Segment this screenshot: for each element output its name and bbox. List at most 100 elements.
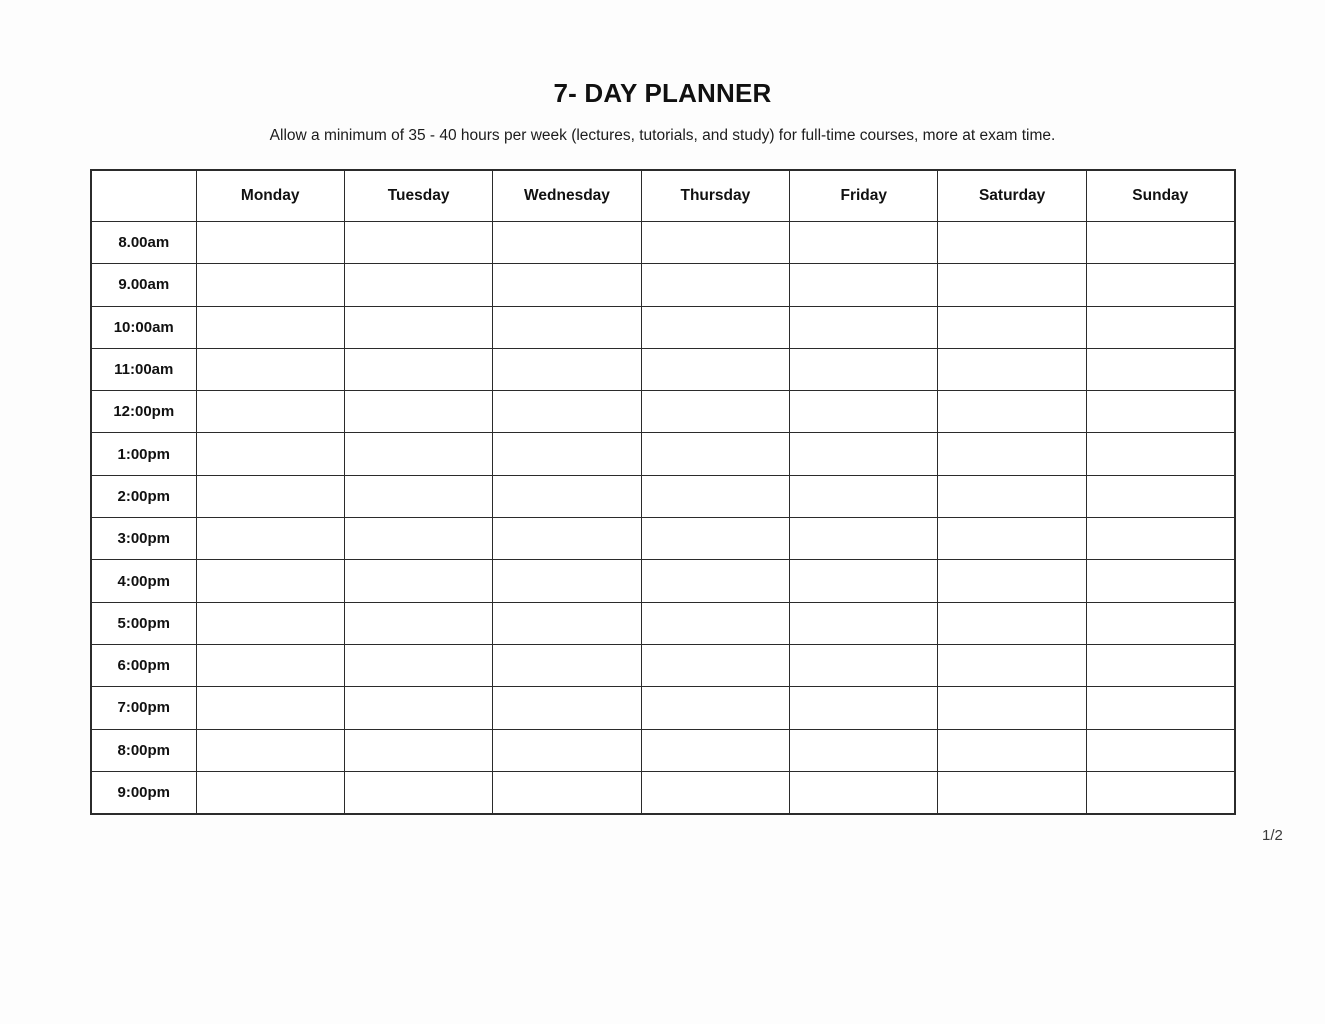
planner-slot-cell[interactable] <box>1085 770 1236 815</box>
planner-slot-cell[interactable] <box>195 263 345 307</box>
planner-slot-cell[interactable] <box>789 263 939 307</box>
planner-slot-cell[interactable] <box>195 770 345 815</box>
planner-slot-cell[interactable] <box>789 347 939 392</box>
planner-slot-cell[interactable] <box>789 601 939 645</box>
planner-slot-cell[interactable] <box>492 517 642 561</box>
planner-slot-cell[interactable] <box>195 474 345 519</box>
planner-slot-cell[interactable] <box>343 559 494 603</box>
planner-slot-cell[interactable] <box>195 305 345 349</box>
planner-slot-cell[interactable] <box>937 770 1087 815</box>
planner-slot-cell[interactable] <box>343 601 494 645</box>
planner-slot-cell[interactable] <box>789 517 939 561</box>
planner-slot-cell[interactable] <box>492 559 642 603</box>
planner-slot-cell[interactable] <box>492 347 642 392</box>
planner-slot-cell[interactable] <box>343 770 494 815</box>
planner-slot-cell[interactable] <box>1085 263 1236 307</box>
planner-slot-cell[interactable] <box>1085 390 1236 434</box>
planner-slot-cell[interactable] <box>640 263 791 307</box>
planner-slot-cell[interactable] <box>937 347 1087 392</box>
planner-slot-cell[interactable] <box>492 263 642 307</box>
planner-slot-cell[interactable] <box>492 220 642 265</box>
planner-slot-cell[interactable] <box>937 686 1087 730</box>
planner-slot-cell[interactable] <box>937 643 1087 688</box>
planner-slot-cell[interactable] <box>937 559 1087 603</box>
planner-slot-cell[interactable] <box>640 770 791 815</box>
planner-slot-cell[interactable] <box>343 643 494 688</box>
planner-slot-cell[interactable] <box>195 728 345 772</box>
planner-slot-cell[interactable] <box>789 770 939 815</box>
planner-slot-cell[interactable] <box>640 601 791 645</box>
planner-slot-cell[interactable] <box>640 728 791 772</box>
planner-slot-cell[interactable] <box>195 432 345 476</box>
planner-slot-cell[interactable] <box>640 305 791 349</box>
planner-slot-cell[interactable] <box>789 474 939 519</box>
planner-slot-cell[interactable] <box>937 305 1087 349</box>
planner-slot-cell[interactable] <box>1085 559 1236 603</box>
planner-slot-cell[interactable] <box>789 305 939 349</box>
planner-slot-cell[interactable] <box>937 432 1087 476</box>
header-thursday: Thursday <box>640 169 791 222</box>
planner-slot-cell[interactable] <box>195 390 345 434</box>
planner-slot-cell[interactable] <box>343 263 494 307</box>
planner-slot-cell[interactable] <box>343 432 494 476</box>
planner-slot-cell[interactable] <box>492 686 642 730</box>
planner-slot-cell[interactable] <box>343 305 494 349</box>
planner-slot-cell[interactable] <box>1085 686 1236 730</box>
time-label-cell: 8:00pm <box>90 728 197 772</box>
planner-slot-cell[interactable] <box>937 390 1087 434</box>
planner-slot-cell[interactable] <box>937 517 1087 561</box>
planner-slot-cell[interactable] <box>195 347 345 392</box>
planner-slot-cell[interactable] <box>1085 347 1236 392</box>
planner-slot-cell[interactable] <box>343 686 494 730</box>
planner-slot-cell[interactable] <box>343 390 494 434</box>
planner-slot-cell[interactable] <box>1085 305 1236 349</box>
planner-slot-cell[interactable] <box>789 390 939 434</box>
planner-slot-cell[interactable] <box>640 432 791 476</box>
planner-slot-cell[interactable] <box>1085 728 1236 772</box>
planner-slot-cell[interactable] <box>640 686 791 730</box>
planner-slot-cell[interactable] <box>195 517 345 561</box>
planner-slot-cell[interactable] <box>1085 432 1236 476</box>
planner-slot-cell[interactable] <box>492 390 642 434</box>
planner-slot-cell[interactable] <box>640 643 791 688</box>
planner-slot-cell[interactable] <box>789 643 939 688</box>
planner-slot-cell[interactable] <box>195 643 345 688</box>
planner-slot-cell[interactable] <box>640 220 791 265</box>
planner-slot-cell[interactable] <box>195 686 345 730</box>
planner-slot-cell[interactable] <box>640 390 791 434</box>
planner-slot-cell[interactable] <box>789 220 939 265</box>
planner-slot-cell[interactable] <box>640 474 791 519</box>
planner-slot-cell[interactable] <box>492 770 642 815</box>
planner-slot-cell[interactable] <box>492 728 642 772</box>
planner-slot-cell[interactable] <box>1085 601 1236 645</box>
planner-slot-cell[interactable] <box>937 220 1087 265</box>
planner-slot-cell[interactable] <box>492 601 642 645</box>
planner-slot-cell[interactable] <box>789 432 939 476</box>
planner-slot-cell[interactable] <box>492 305 642 349</box>
planner-slot-cell[interactable] <box>492 474 642 519</box>
planner-slot-cell[interactable] <box>937 601 1087 645</box>
planner-slot-cell[interactable] <box>343 474 494 519</box>
planner-slot-cell[interactable] <box>343 517 494 561</box>
planner-slot-cell[interactable] <box>492 432 642 476</box>
planner-slot-cell[interactable] <box>195 220 345 265</box>
planner-slot-cell[interactable] <box>1085 643 1236 688</box>
planner-slot-cell[interactable] <box>343 220 494 265</box>
planner-slot-cell[interactable] <box>640 347 791 392</box>
planner-slot-cell[interactable] <box>343 728 494 772</box>
planner-slot-cell[interactable] <box>640 559 791 603</box>
planner-slot-cell[interactable] <box>195 601 345 645</box>
planner-slot-cell[interactable] <box>195 559 345 603</box>
planner-slot-cell[interactable] <box>937 474 1087 519</box>
planner-slot-cell[interactable] <box>789 559 939 603</box>
planner-slot-cell[interactable] <box>789 728 939 772</box>
planner-slot-cell[interactable] <box>492 643 642 688</box>
planner-slot-cell[interactable] <box>937 728 1087 772</box>
planner-slot-cell[interactable] <box>1085 474 1236 519</box>
planner-slot-cell[interactable] <box>1085 517 1236 561</box>
planner-slot-cell[interactable] <box>789 686 939 730</box>
planner-slot-cell[interactable] <box>937 263 1087 307</box>
planner-slot-cell[interactable] <box>1085 220 1236 265</box>
planner-slot-cell[interactable] <box>640 517 791 561</box>
planner-slot-cell[interactable] <box>343 347 494 392</box>
